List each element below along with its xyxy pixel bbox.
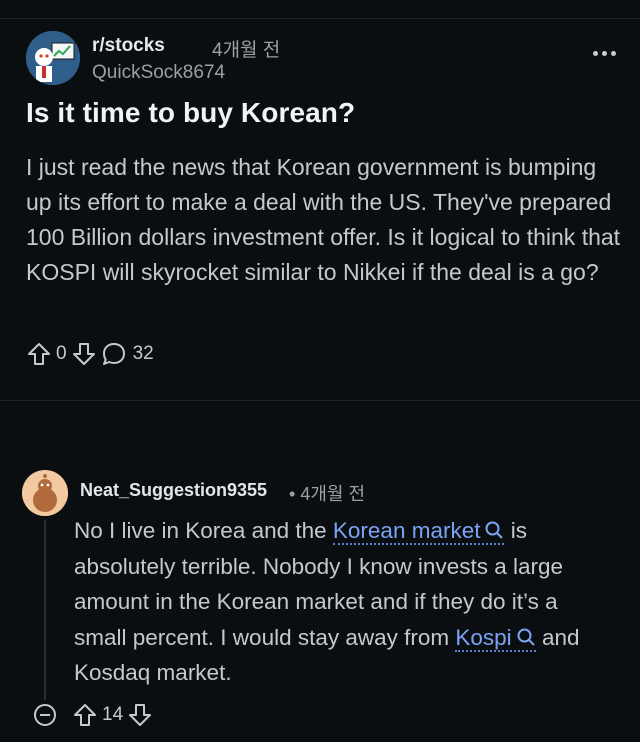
post-body: I just read the news that Korean governm… <box>26 154 621 285</box>
search-link-korean-market[interactable]: Korean market <box>332 518 505 545</box>
subreddit-avatar[interactable] <box>26 31 80 85</box>
more-options-icon[interactable] <box>586 41 622 65</box>
subreddit-name[interactable]: r/stocks <box>92 35 165 57</box>
meta-separator: • <box>289 484 296 504</box>
collapse-thread-icon[interactable] <box>34 704 56 726</box>
post-title[interactable]: Is it time to buy Korean? <box>26 97 355 129</box>
section-divider <box>0 400 640 401</box>
thread-line[interactable] <box>44 520 46 700</box>
post-author[interactable]: QuickSock8674 <box>92 62 225 84</box>
comment-author[interactable]: Neat_Suggestion9355 <box>80 480 267 501</box>
comment-count[interactable]: 32 <box>133 343 154 365</box>
post-time: 4개월 전 <box>212 40 281 61</box>
comment-body: No I live in Korea and the Korean market… <box>74 513 614 691</box>
comment-avatar[interactable] <box>22 470 68 516</box>
search-link-label: Korean market <box>332 518 481 543</box>
comment-vote-count: 14 <box>102 704 124 725</box>
search-link-kospi[interactable]: Kospi <box>455 624 536 652</box>
post-actions: 0 32 <box>26 338 158 370</box>
search-icon <box>485 521 504 539</box>
comment-actions: 14 <box>34 700 153 730</box>
downvote-icon[interactable] <box>71 341 97 367</box>
post-header: r/stocks 4개월 전 QuickSock8674 <box>26 31 626 85</box>
post-vote-count: 0 <box>56 343 67 364</box>
search-icon <box>517 628 535 646</box>
comment-text-1: No I live in Korea and the <box>74 518 333 543</box>
comment-bubble-icon[interactable] <box>101 341 127 367</box>
top-divider <box>0 18 640 19</box>
comment-time: 4개월 전 <box>300 484 366 504</box>
comment-meta: • 4개월 전 <box>289 480 365 506</box>
upvote-icon[interactable] <box>72 702 98 728</box>
downvote-icon[interactable] <box>127 702 153 728</box>
search-link-label: Kospi <box>455 624 512 650</box>
upvote-icon[interactable] <box>26 341 52 367</box>
